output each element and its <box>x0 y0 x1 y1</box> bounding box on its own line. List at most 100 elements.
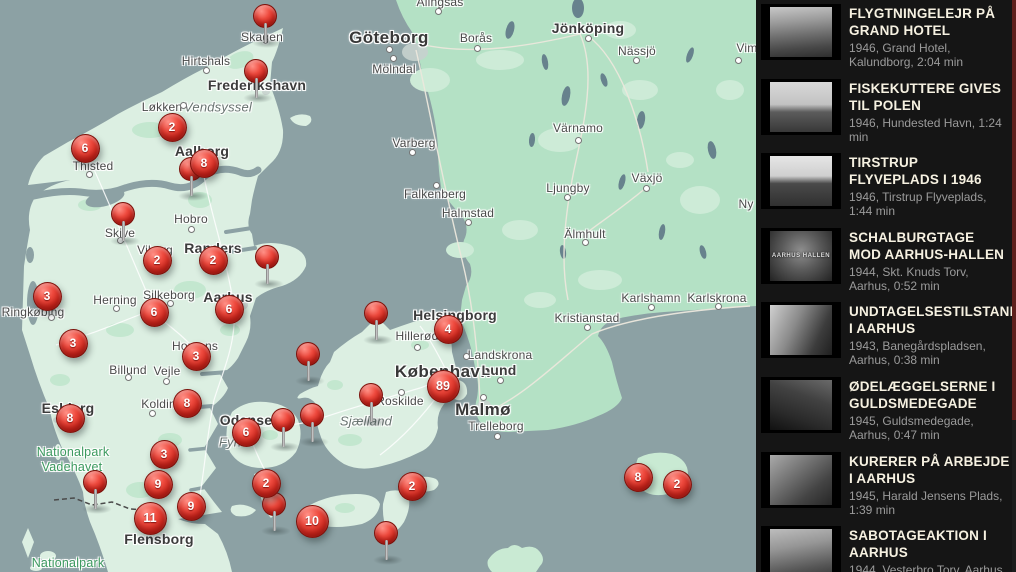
app: SkagenHirtshalsFrederikshavnLøkkenVendsy… <box>0 0 1016 572</box>
cluster-marker[interactable]: 3 <box>150 440 179 469</box>
video-text: Schalburgtage mod Aarhus-Hallen 1944, Sk… <box>849 228 1010 299</box>
cluster-marker[interactable]: 2 <box>158 113 187 142</box>
city-label: Vimm <box>736 41 756 55</box>
cluster-marker[interactable]: 6 <box>140 298 169 327</box>
cluster-marker[interactable]: 3 <box>182 342 211 371</box>
map-canvas[interactable]: SkagenHirtshalsFrederikshavnLøkkenVendsy… <box>0 0 756 572</box>
cluster-marker[interactable]: 4 <box>434 315 463 344</box>
video-title: Fiskekuttere gives til Polen <box>849 80 1010 114</box>
thumbnail-photo <box>770 529 832 572</box>
city-label: Halmstad <box>442 206 494 220</box>
video-list-item[interactable]: Kurerer på arbejde i Aarhus 1945, Harald… <box>756 448 1016 523</box>
city-dot <box>163 378 170 385</box>
city-dot <box>203 67 210 74</box>
city-label: Vejle <box>153 364 180 378</box>
nissum-fjord <box>26 247 34 263</box>
video-title: Kurerer på arbejde i Aarhus <box>849 453 1010 487</box>
video-meta: 1944, Skt. Knuds Torv, Aarhus, 0:52 min <box>849 265 1010 293</box>
city-label: Falkenberg <box>404 187 466 201</box>
video-meta: 1944, Vesterbro Torv, Aarhus, <box>849 563 1010 572</box>
video-list-item[interactable]: Ødelæggelserne i Guldsmedegade 1945, Gul… <box>756 373 1016 448</box>
city-label: Växjö <box>631 171 662 185</box>
video-meta: 1945, Harald Jensens Plads, 1:39 min <box>849 489 1010 517</box>
map-pin-icon[interactable] <box>83 470 107 494</box>
city-dot <box>180 102 187 109</box>
video-title: Flygtningelejr på Grand Hotel <box>849 5 1010 39</box>
city-dot <box>86 171 93 178</box>
cluster-marker[interactable]: 8 <box>173 389 202 418</box>
video-thumbnail <box>761 153 841 209</box>
video-meta: 1946, Tirstrup Flyveplads, 1:44 min <box>849 190 1010 218</box>
city-dot <box>48 314 55 321</box>
sidebar-scrollbar[interactable] <box>1012 0 1016 572</box>
city-label: Nationalpark <box>32 556 105 570</box>
thumbnail-caption: AARHUS HALLEN <box>772 253 830 259</box>
thumbnail-photo <box>770 455 832 505</box>
cluster-marker[interactable]: 2 <box>663 470 692 499</box>
cluster-marker[interactable]: 2 <box>143 246 172 275</box>
city-dot <box>575 137 582 144</box>
city-label: Roskilde <box>376 394 424 408</box>
city-label: Kristianstad <box>554 311 619 325</box>
video-meta: 1946, Grand Hotel, Kalundborg, 2:04 min <box>849 41 1010 69</box>
video-list-item[interactable]: Tirstrup Flyveplads i 1946 1946, Tirstru… <box>756 149 1016 224</box>
city-label: Vendsyssel <box>184 100 252 115</box>
cluster-marker[interactable]: 6 <box>232 418 261 447</box>
city-dot <box>480 394 487 401</box>
map-pin-icon[interactable] <box>255 245 279 269</box>
thumbnail-photo <box>770 7 832 57</box>
cluster-marker[interactable]: 3 <box>33 282 62 311</box>
thumbnail-photo <box>770 305 832 355</box>
city-label: Värnamo <box>553 121 603 135</box>
video-thumbnail <box>761 526 841 572</box>
cluster-marker[interactable]: 9 <box>144 470 173 499</box>
map-pin-icon[interactable] <box>253 4 277 28</box>
cluster-marker[interactable]: 8 <box>624 463 653 492</box>
video-title: Sabotageaktion i Aarhus <box>849 527 1010 561</box>
video-meta: 1946, Hundested Havn, 1:24 min <box>849 116 1010 144</box>
video-list-item[interactable]: Undtagelsestilstand i Aarhus 1943, Baneg… <box>756 298 1016 373</box>
city-dot <box>585 35 592 42</box>
city-label: Ljungby <box>546 181 589 195</box>
video-thumbnail <box>761 79 841 135</box>
city-dot <box>494 433 501 440</box>
cluster-marker[interactable]: 9 <box>177 492 206 521</box>
cluster-marker[interactable]: 2 <box>398 472 427 501</box>
cluster-marker[interactable]: 2 <box>252 469 281 498</box>
map-pin-icon[interactable] <box>296 342 320 366</box>
video-list-item[interactable]: Flygtningelejr på Grand Hotel 1946, Gran… <box>756 0 1016 75</box>
cluster-marker[interactable]: 8 <box>56 404 85 433</box>
cluster-marker[interactable]: 11 <box>134 502 167 535</box>
map-pin-icon[interactable] <box>244 59 268 83</box>
cluster-marker[interactable]: 6 <box>71 134 100 163</box>
cluster-marker[interactable]: 2 <box>199 246 228 275</box>
cluster-marker[interactable]: 10 <box>296 505 329 538</box>
video-list-item[interactable]: AARHUS HALLEN Schalburgtage mod Aarhus-H… <box>756 224 1016 299</box>
cluster-marker[interactable]: 3 <box>59 329 88 358</box>
map-pin-icon[interactable] <box>300 403 324 427</box>
city-dot <box>390 55 397 62</box>
map-pin-icon[interactable] <box>364 301 388 325</box>
city-dot <box>497 377 504 384</box>
city-label: Mölndal <box>372 62 415 76</box>
map-pin-icon[interactable] <box>374 521 398 545</box>
video-list-item[interactable]: Fiskekuttere gives til Polen 1946, Hunde… <box>756 75 1016 150</box>
city-dot <box>398 389 405 396</box>
scrollbar-thumb[interactable] <box>1012 0 1016 420</box>
city-dot <box>582 239 589 246</box>
city-label: Løkken <box>142 100 183 114</box>
cluster-marker[interactable]: 6 <box>215 295 244 324</box>
cluster-marker[interactable]: 89 <box>427 370 460 403</box>
map-pin-icon[interactable] <box>111 202 135 226</box>
video-title: Schalburgtage mod Aarhus-Hallen <box>849 229 1010 263</box>
city-dot <box>564 194 571 201</box>
city-label: Lund <box>481 362 516 378</box>
map-pin-icon[interactable] <box>271 408 295 432</box>
cluster-marker[interactable]: 8 <box>190 149 219 178</box>
city-label: Ny <box>738 197 753 211</box>
video-list-item[interactable]: Sabotageaktion i Aarhus 1944, Vesterbro … <box>756 522 1016 572</box>
city-dot <box>414 344 421 351</box>
city-dot <box>715 303 722 310</box>
city-label: Nässjö <box>618 44 656 58</box>
map-pin-icon[interactable] <box>359 383 383 407</box>
